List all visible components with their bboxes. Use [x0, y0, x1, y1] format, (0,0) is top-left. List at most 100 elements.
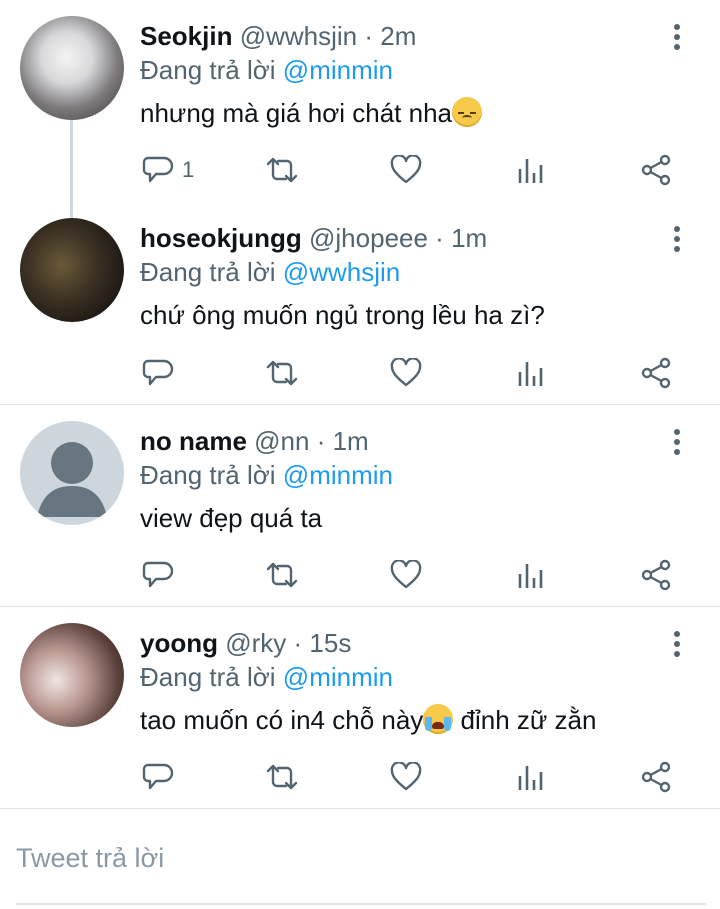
analytics-bar-icon — [518, 766, 543, 790]
tweet-text-after: đỉnh zữ zằn — [453, 705, 597, 735]
replying-to-label: Đang trả lời — [140, 460, 276, 490]
heart-icon — [390, 762, 422, 791]
reply-thread: Seokjin @wwhsjin · 2m Đang trả lời @minm… — [0, 0, 720, 809]
heart-icon — [390, 155, 422, 184]
share-button[interactable] — [640, 757, 672, 797]
timestamp[interactable]: 1m — [451, 223, 487, 253]
replying-to: Đang trả lời @minmin — [140, 661, 393, 693]
share-icon — [641, 357, 671, 389]
reply-compose-bar — [0, 812, 720, 909]
tweet-actions: 1 — [140, 150, 680, 190]
analytics-button[interactable] — [516, 757, 544, 797]
share-icon — [641, 559, 671, 591]
retweet-button[interactable] — [264, 757, 300, 797]
replying-to-label: Đang trả lời — [140, 662, 276, 692]
tweet-text: nhưng mà giá hơi chát nha — [140, 96, 482, 130]
handle[interactable]: @nn — [254, 426, 309, 456]
separator: · — [309, 426, 333, 456]
retweet-button[interactable] — [264, 150, 300, 190]
display-name[interactable]: Seokjin — [140, 21, 232, 51]
tweet-text: chứ ông muốn ngủ trong lều ha zì? — [140, 300, 545, 330]
analytics-bar-icon — [518, 159, 543, 183]
tweet-no-name[interactable]: no name @nn · 1m Đang trả lời @minmin vi… — [0, 405, 720, 607]
like-button[interactable] — [390, 353, 422, 393]
handle[interactable]: @rky — [225, 628, 286, 658]
reply-mention-link[interactable]: @wwhsjin — [283, 257, 400, 287]
loudly-crying-face-emoji-icon — [423, 704, 454, 734]
tweet-header: yoong @rky · 15s — [140, 627, 351, 659]
replying-to: Đang trả lời @wwhsjin — [140, 256, 400, 288]
retweet-button[interactable] — [264, 555, 300, 595]
reply-icon — [142, 156, 174, 183]
share-button[interactable] — [640, 353, 672, 393]
share-button[interactable] — [640, 555, 672, 595]
replying-to-label: Đang trả lời — [140, 55, 276, 85]
share-icon — [641, 761, 671, 793]
handle[interactable]: @wwhsjin — [240, 21, 357, 51]
tweet-actions — [140, 757, 680, 797]
tweet-header: hoseokjungg @jhopeee · 1m — [140, 222, 487, 254]
heart-icon — [390, 358, 422, 387]
analytics-bar-icon — [518, 362, 543, 386]
tweet-text-content: nhưng mà giá hơi chát nha — [140, 98, 452, 128]
display-name[interactable]: no name — [140, 426, 247, 456]
heart-icon — [390, 560, 422, 589]
reply-mention-link[interactable]: @minmin — [283, 55, 393, 85]
more-options-icon[interactable] — [674, 631, 680, 657]
more-options-icon[interactable] — [674, 24, 680, 50]
reply-input[interactable] — [16, 828, 706, 888]
more-options-icon[interactable] — [674, 429, 680, 455]
reply-mention-link[interactable]: @minmin — [283, 460, 393, 490]
tweet-yoong[interactable]: yoong @rky · 15s Đang trả lời @minmin ta… — [0, 607, 720, 809]
reply-icon — [142, 561, 174, 588]
replying-to-label: Đang trả lời — [140, 257, 276, 287]
replying-to: Đang trả lời @minmin — [140, 54, 393, 86]
reply-button[interactable] — [142, 353, 174, 393]
retweet-icon — [266, 562, 298, 588]
retweet-button[interactable] — [264, 353, 300, 393]
tweet-text: view đẹp quá ta — [140, 503, 323, 533]
default-profile-icon — [37, 442, 107, 517]
like-button[interactable] — [390, 555, 422, 595]
timestamp[interactable]: 2m — [380, 21, 416, 51]
display-name[interactable]: yoong — [140, 628, 218, 658]
tweet-seokjin[interactable]: Seokjin @wwhsjin · 2m Đang trả lời @minm… — [0, 0, 720, 222]
reply-button[interactable]: 1 — [142, 150, 194, 190]
tweet-header: no name @nn · 1m — [140, 425, 369, 457]
handle[interactable]: @jhopeee — [309, 223, 428, 253]
reply-icon — [142, 359, 174, 386]
reply-mention-link[interactable]: @minmin — [283, 662, 393, 692]
share-icon — [641, 154, 671, 186]
timestamp[interactable]: 15s — [309, 628, 351, 658]
reply-count: 1 — [182, 157, 195, 182]
pensive-face-emoji-icon — [452, 97, 482, 127]
separator: · — [286, 628, 310, 658]
retweet-icon — [266, 764, 298, 790]
replying-to: Đang trả lời @minmin — [140, 459, 393, 491]
reply-button[interactable] — [142, 757, 174, 797]
more-options-icon[interactable] — [674, 226, 680, 252]
reply-icon — [142, 763, 174, 790]
reply-button[interactable] — [142, 555, 174, 595]
like-button[interactable] — [390, 150, 422, 190]
retweet-icon — [266, 360, 298, 386]
avatar[interactable] — [20, 218, 124, 322]
default-avatar[interactable] — [20, 421, 124, 525]
compose-underline — [16, 903, 706, 905]
display-name[interactable]: hoseokjungg — [140, 223, 302, 253]
avatar[interactable] — [20, 623, 124, 727]
analytics-button[interactable] — [516, 150, 544, 190]
tweet-text-before: tao muốn có in4 chỗ này — [140, 705, 424, 735]
share-button[interactable] — [640, 150, 672, 190]
tweet-header: Seokjin @wwhsjin · 2m — [140, 20, 416, 52]
analytics-button[interactable] — [516, 555, 544, 595]
timestamp[interactable]: 1m — [333, 426, 369, 456]
analytics-bar-icon — [518, 564, 543, 588]
tweet-actions — [140, 555, 680, 595]
tweet-text: tao muốn có in4 chỗ này đỉnh zữ zằn — [140, 703, 596, 737]
like-button[interactable] — [390, 757, 422, 797]
analytics-button[interactable] — [516, 353, 544, 393]
tweet-hoseokjungg[interactable]: hoseokjungg @jhopeee · 1m Đang trả lời @… — [0, 202, 720, 405]
avatar[interactable] — [20, 16, 124, 120]
separator: · — [427, 223, 452, 253]
